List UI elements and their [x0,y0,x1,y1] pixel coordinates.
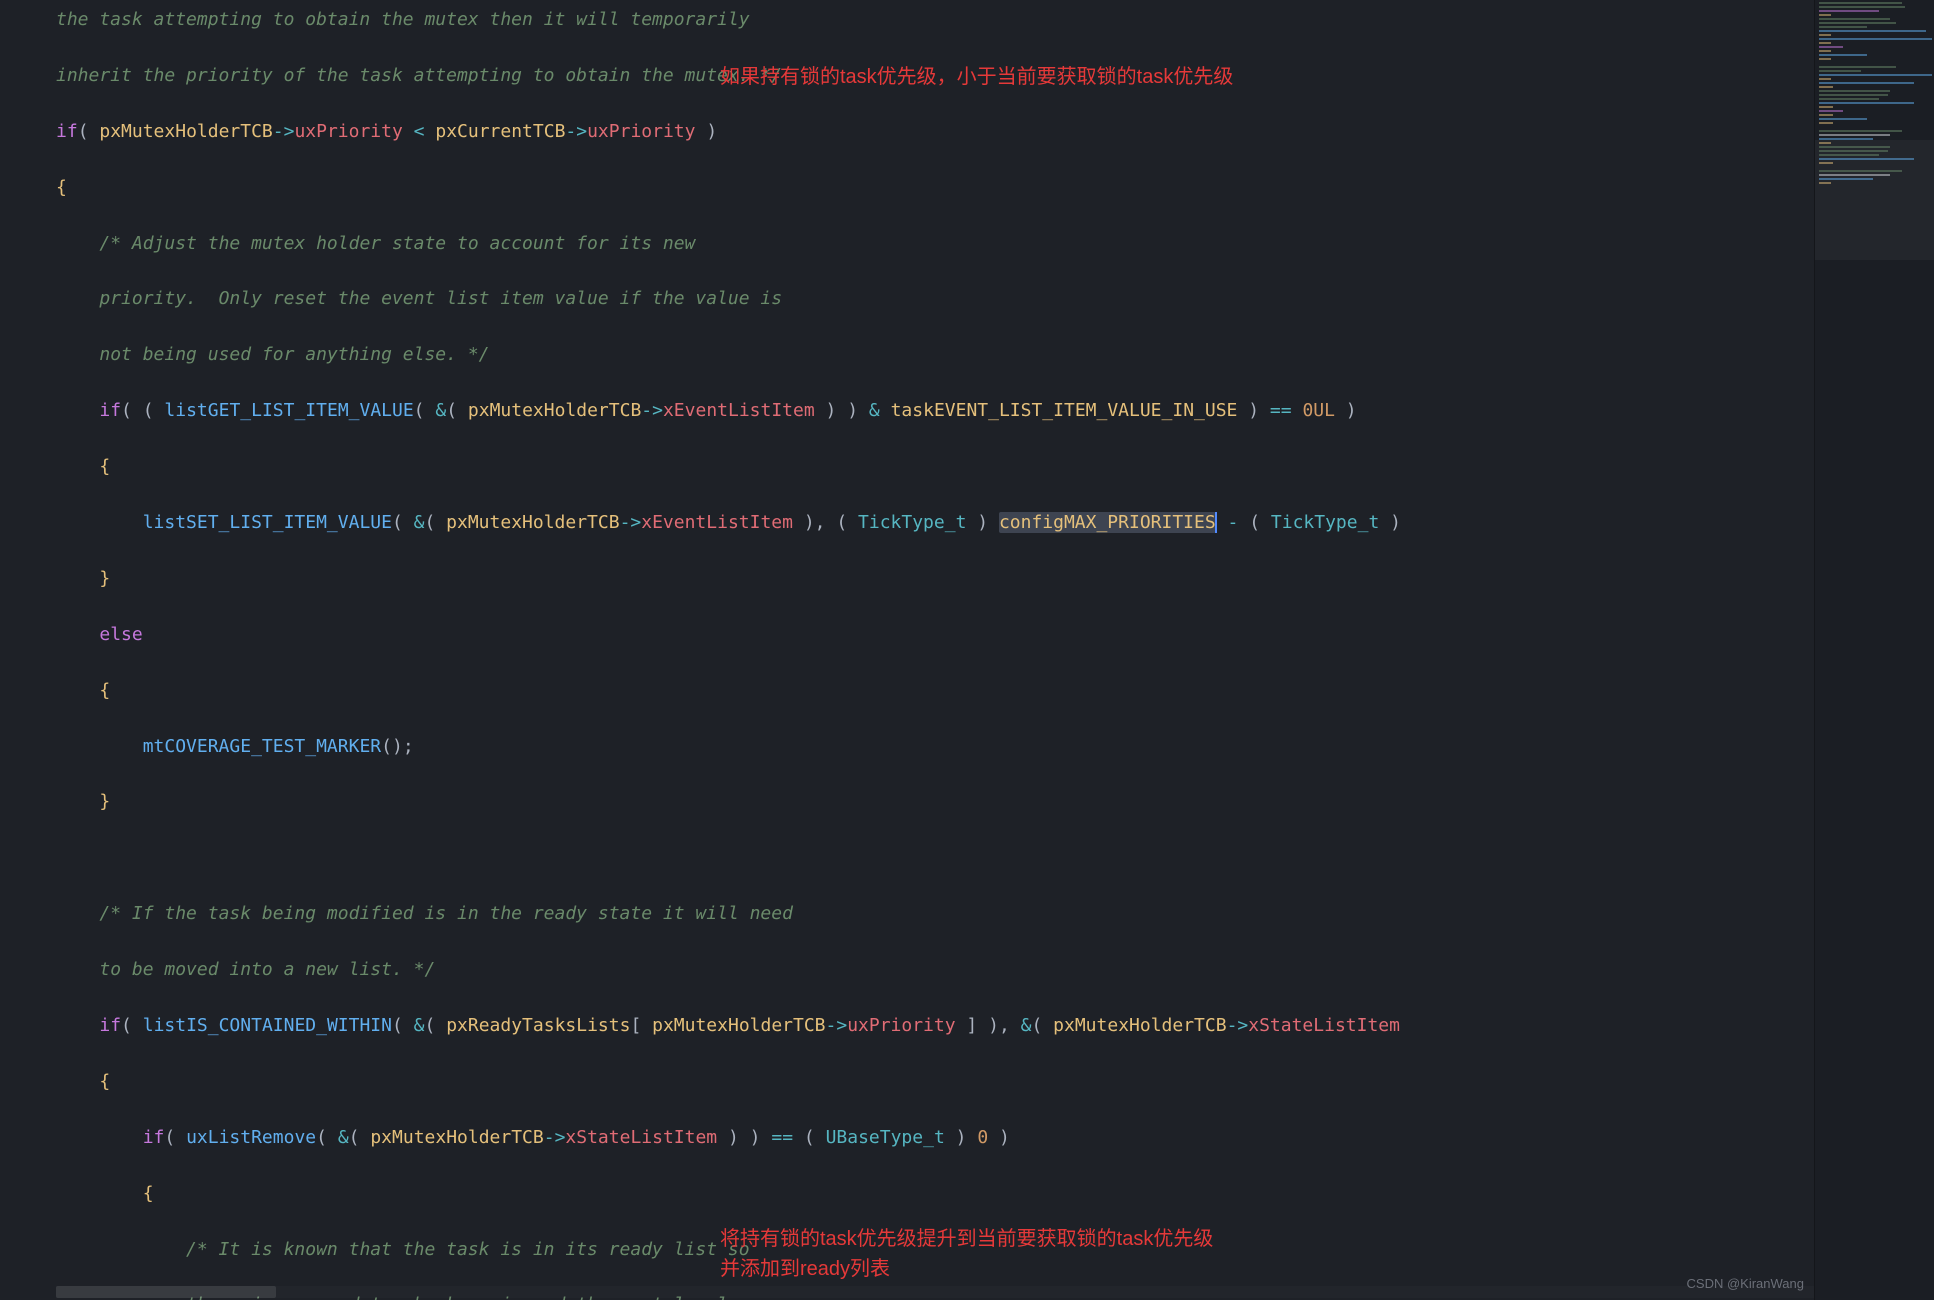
horizontal-scrollbar[interactable] [56,1286,1814,1298]
brace-open: { [56,177,67,198]
comment-line: inherit the priority of the task attempt… [56,65,782,86]
annotation-1: 如果持有锁的task优先级，小于当前要获取锁的task优先级 [720,62,1233,93]
kw-if: if [56,121,78,142]
watermark: CSDN @KiranWang [1687,1274,1804,1294]
kw-else: else [99,624,142,645]
annotation-2: 将持有锁的task优先级提升到当前要获取锁的task优先级 [720,1224,1213,1255]
comment-line: the task attempting to obtain the mutex … [56,9,750,30]
code-block: the task attempting to obtain the mutex … [0,6,1814,1300]
annotation-3: 并添加到ready列表 [720,1254,890,1285]
selection: configMAX_PRIORITIES [999,512,1216,533]
editor-wrap: the task attempting to obtain the mutex … [0,0,1934,1300]
code-area[interactable]: the task attempting to obtain the mutex … [0,0,1814,1300]
horizontal-scrollbar-thumb[interactable] [56,1286,276,1298]
text-cursor [1215,512,1217,533]
minimap[interactable] [1814,0,1934,1300]
